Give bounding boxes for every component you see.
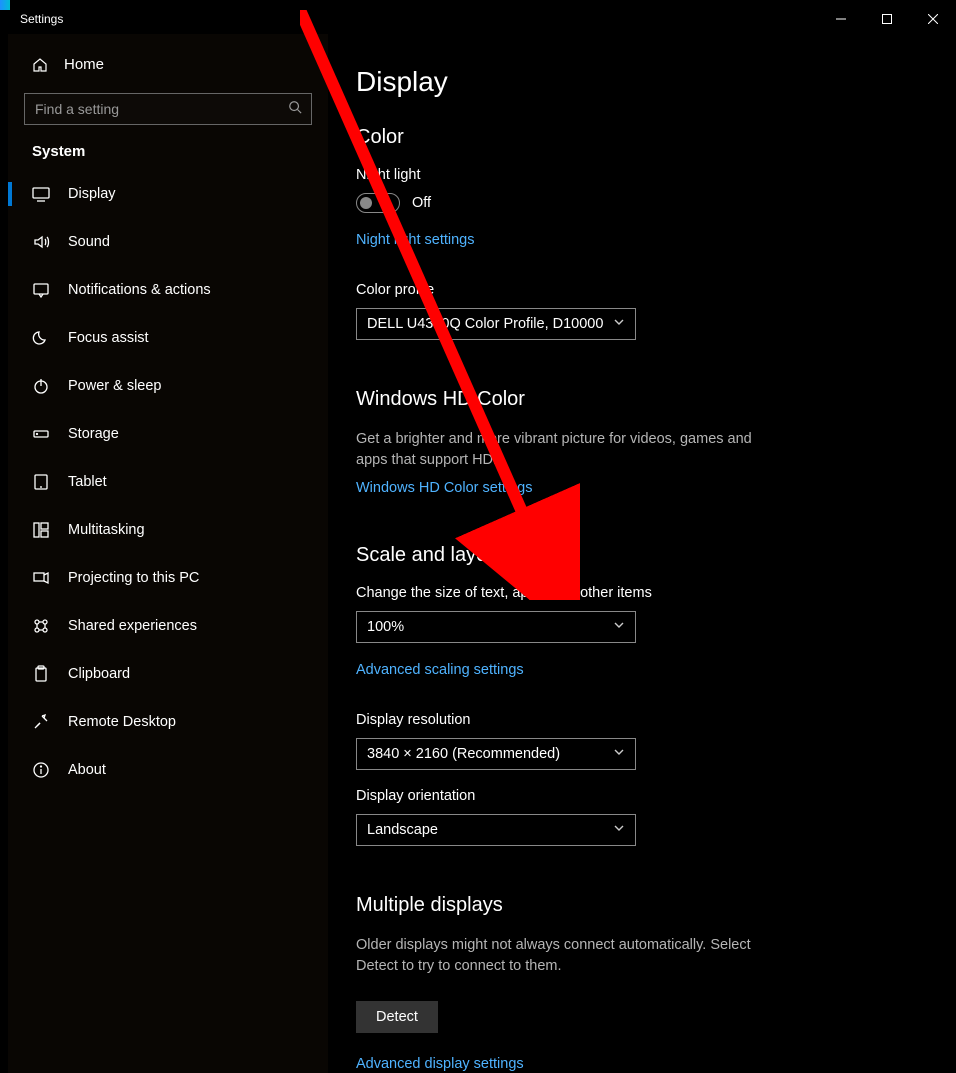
storage-icon <box>32 425 50 443</box>
window-controls <box>818 4 956 34</box>
search-wrap <box>24 93 312 125</box>
taskbar-fragment <box>0 0 10 10</box>
chevron-down-icon <box>613 316 625 332</box>
color-profile-value: DELL U4320Q Color Profile, D10000 <box>367 316 603 332</box>
home-button[interactable]: Home <box>8 44 328 85</box>
resolution-label: Display resolution <box>356 712 928 728</box>
sidebar-item-multitasking[interactable]: Multitasking <box>8 506 328 554</box>
sidebar-item-label: Power & sleep <box>68 378 162 394</box>
scale-size-select[interactable]: 100% <box>356 611 636 643</box>
hd-color-heading: Windows HD Color <box>356 388 928 411</box>
sidebar-item-focus-assist[interactable]: Focus assist <box>8 314 328 362</box>
color-profile-label: Color profile <box>356 282 928 298</box>
search-input[interactable] <box>24 93 312 125</box>
monitor-icon <box>32 185 50 203</box>
tablet-icon <box>32 473 50 491</box>
detect-button[interactable]: Detect <box>356 1001 438 1033</box>
color-profile-select[interactable]: DELL U4320Q Color Profile, D10000 <box>356 308 636 340</box>
orientation-label: Display orientation <box>356 788 928 804</box>
sidebar-item-label: Remote Desktop <box>68 714 176 730</box>
project-icon <box>32 569 50 587</box>
advanced-scaling-link[interactable]: Advanced scaling settings <box>356 662 524 678</box>
nav-list: Display Sound Notifications & actions Focus… <box>8 170 328 794</box>
minimize-button[interactable] <box>818 4 864 34</box>
close-button[interactable] <box>910 4 956 34</box>
share-icon <box>32 617 50 635</box>
sidebar-item-label: Notifications & actions <box>68 282 211 298</box>
sound-icon <box>32 233 50 251</box>
multitask-icon <box>32 521 50 539</box>
hd-color-body: Get a brighter and more vibrant picture … <box>356 429 786 471</box>
sidebar-item-projecting-to-this-pc[interactable]: Projecting to this PC <box>8 554 328 602</box>
chevron-down-icon <box>613 619 625 635</box>
night-light-toggle[interactable] <box>356 193 400 213</box>
notification-icon <box>32 281 50 299</box>
search-icon <box>288 100 302 119</box>
sidebar-item-label: Display <box>68 186 116 202</box>
window-title: Settings <box>20 12 63 26</box>
night-light-state: Off <box>412 195 431 211</box>
multi-body: Older displays might not always connect … <box>356 935 786 977</box>
settings-window: Settings Home System Display Sound Notific… <box>8 4 956 1073</box>
maximize-button[interactable] <box>864 4 910 34</box>
orientation-select[interactable]: Landscape <box>356 814 636 846</box>
home-icon <box>32 57 48 73</box>
chevron-down-icon <box>613 822 625 838</box>
sidebar-item-clipboard[interactable]: Clipboard <box>8 650 328 698</box>
sidebar-item-label: Tablet <box>68 474 107 490</box>
sidebar-item-storage[interactable]: Storage <box>8 410 328 458</box>
scale-size-label: Change the size of text, apps, and other… <box>356 585 928 601</box>
resolution-value: 3840 × 2160 (Recommended) <box>367 746 560 762</box>
multi-heading: Multiple displays <box>356 894 928 917</box>
sidebar-item-label: Clipboard <box>68 666 130 682</box>
hd-color-link[interactable]: Windows HD Color settings <box>356 480 532 496</box>
sidebar-item-display[interactable]: Display <box>8 170 328 218</box>
sidebar-item-remote-desktop[interactable]: Remote Desktop <box>8 698 328 746</box>
advanced-display-link[interactable]: Advanced display settings <box>356 1056 524 1072</box>
page-title: Display <box>356 66 928 98</box>
clipboard-icon <box>32 665 50 683</box>
moon-icon <box>32 329 50 347</box>
titlebar: Settings <box>8 4 956 34</box>
sidebar-item-label: About <box>68 762 106 778</box>
chevron-down-icon <box>613 746 625 762</box>
sidebar-item-power-sleep[interactable]: Power & sleep <box>8 362 328 410</box>
sidebar-item-about[interactable]: About <box>8 746 328 794</box>
sidebar-item-sound[interactable]: Sound <box>8 218 328 266</box>
night-light-settings-link[interactable]: Night light settings <box>356 232 474 248</box>
sidebar-item-shared-experiences[interactable]: Shared experiences <box>8 602 328 650</box>
sidebar-item-label: Focus assist <box>68 330 149 346</box>
sidebar: Home System Display Sound Notifications & … <box>8 34 328 1073</box>
remote-icon <box>32 713 50 731</box>
orientation-value: Landscape <box>367 822 438 838</box>
main-content: Display Color Night light Off Night ligh… <box>328 34 956 1073</box>
scale-size-value: 100% <box>367 619 404 635</box>
sidebar-item-label: Projecting to this PC <box>68 570 199 586</box>
home-label: Home <box>64 56 104 73</box>
sidebar-item-label: Multitasking <box>68 522 145 538</box>
night-light-label: Night light <box>356 167 928 183</box>
sidebar-item-tablet[interactable]: Tablet <box>8 458 328 506</box>
power-icon <box>32 377 50 395</box>
category-title: System <box>8 143 328 170</box>
resolution-select[interactable]: 3840 × 2160 (Recommended) <box>356 738 636 770</box>
sidebar-item-label: Sound <box>68 234 110 250</box>
sidebar-item-label: Storage <box>68 426 119 442</box>
info-icon <box>32 761 50 779</box>
scale-heading: Scale and layout <box>356 544 928 567</box>
color-heading: Color <box>356 126 928 149</box>
sidebar-item-label: Shared experiences <box>68 618 197 634</box>
sidebar-item-notifications-actions[interactable]: Notifications & actions <box>8 266 328 314</box>
